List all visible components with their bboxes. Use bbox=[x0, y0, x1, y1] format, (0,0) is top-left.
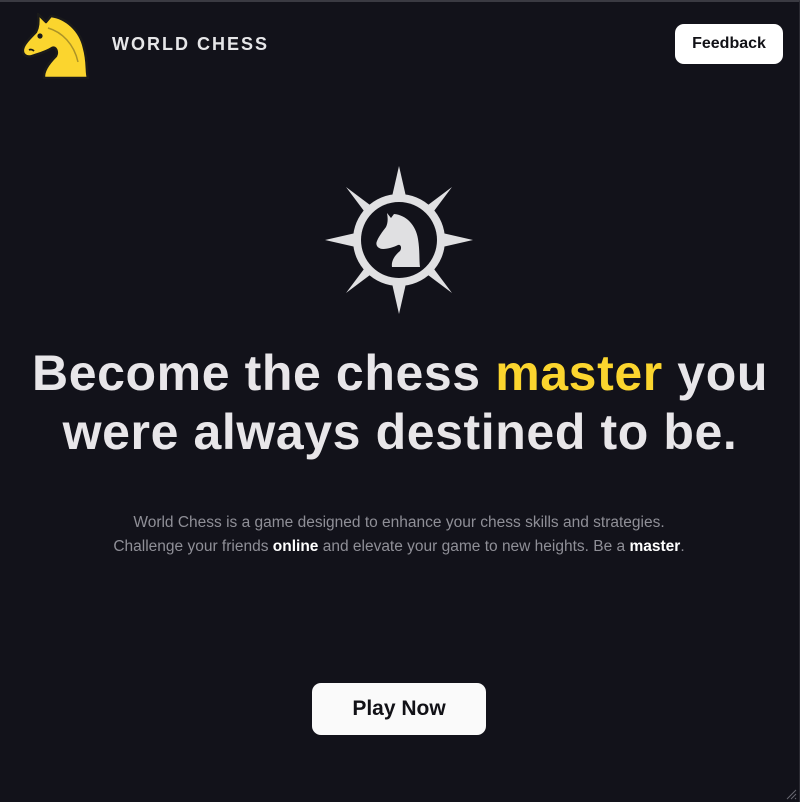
site-header: WORLD CHESS Feedback bbox=[0, 2, 800, 88]
brand-name[interactable]: WORLD CHESS bbox=[112, 34, 269, 55]
description-bold-online: online bbox=[272, 538, 319, 555]
resize-grip-icon[interactable] bbox=[785, 788, 797, 800]
play-now-button[interactable]: Play Now bbox=[312, 683, 486, 735]
description-text-2: and elevate your game to new heights. Be… bbox=[318, 538, 630, 555]
knight-logo-icon[interactable] bbox=[18, 10, 92, 80]
landing-page: WORLD CHESS Feedback Become the chess ma… bbox=[0, 0, 800, 802]
hero-description: World Chess is a game designed to enhanc… bbox=[110, 511, 688, 559]
description-bold-master: master bbox=[629, 538, 681, 555]
hero-headline: Become the chess master you were always … bbox=[0, 344, 800, 462]
compass-knight-icon bbox=[325, 166, 473, 314]
headline-text-1: Become the chess bbox=[32, 345, 496, 401]
headline-accent: master bbox=[495, 345, 663, 401]
description-text-3: . bbox=[680, 538, 685, 555]
feedback-button[interactable]: Feedback bbox=[675, 24, 783, 64]
